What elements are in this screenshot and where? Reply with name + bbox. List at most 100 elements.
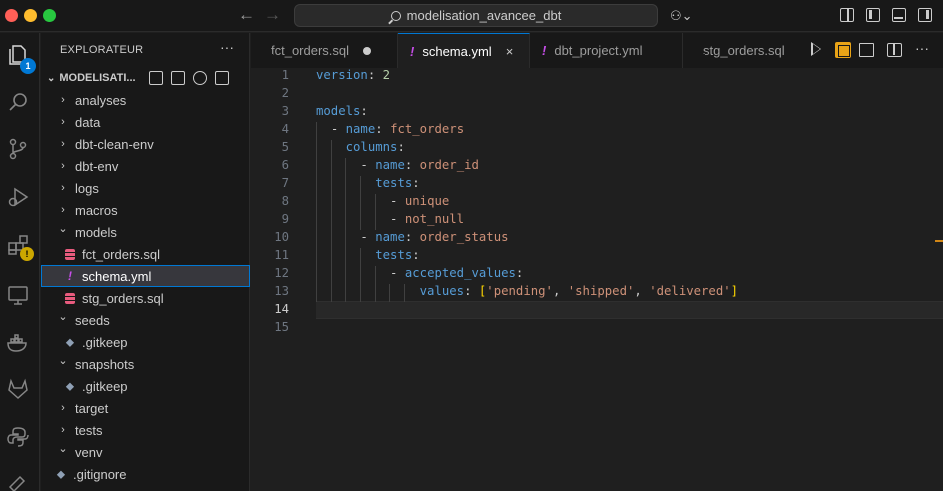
- explorer-icon[interactable]: 1: [6, 43, 36, 74]
- tab-label: dbt_project.yml: [554, 43, 643, 58]
- code-editor[interactable]: 1 2 3 4 5 6 7 8 9 10 11 12 13 14 15 version: 2 models:…: [251, 68, 943, 491]
- chevron-right-icon: ›: [61, 424, 65, 436]
- yml-file-icon: !: [68, 269, 72, 283]
- folder-tests[interactable]: › tests: [41, 419, 250, 441]
- file-fct_orders.sql[interactable]: fct_orders.sql: [41, 243, 250, 265]
- chevron-right-icon: ›: [61, 160, 65, 172]
- folder-models[interactable]: ⌄ models: [41, 221, 250, 243]
- data-grid-icon[interactable]: [835, 42, 851, 58]
- editor-actions: ···: [803, 33, 943, 68]
- close-icon[interactable]: ×: [506, 44, 514, 59]
- line-number: 2: [281, 86, 289, 100]
- search-icon: [390, 10, 401, 21]
- tree-item-label: tests: [75, 422, 103, 438]
- tab-fct-orders[interactable]: fct_orders.sql: [251, 33, 398, 68]
- line-number: 3: [281, 104, 289, 118]
- yml-file-icon: !: [410, 43, 415, 59]
- tab-schema-yml[interactable]: ! schema.yml ×: [398, 33, 530, 68]
- line-number: 11: [274, 248, 289, 262]
- line-number: 4: [281, 122, 289, 136]
- run-debug-icon[interactable]: [6, 185, 34, 213]
- docker-icon[interactable]: [6, 331, 34, 359]
- remote-explorer-icon[interactable]: [6, 283, 34, 311]
- search-activity-icon[interactable]: [6, 91, 34, 119]
- activity-bar: 1 !: [0, 33, 40, 491]
- new-folder-icon[interactable]: [171, 71, 185, 85]
- command-center-search[interactable]: modelisation_avancee_dbt: [294, 4, 658, 27]
- folder-venv[interactable]: ⌄ venv: [41, 441, 250, 463]
- explorer-more-icon[interactable]: ···: [220, 39, 234, 55]
- file-gitkeep[interactable]: ⬥ .gitkeep: [41, 375, 250, 397]
- title-bar: ← → modelisation_avancee_dbt ⚇⌄: [0, 0, 943, 32]
- maximize-window-button[interactable]: [43, 9, 56, 22]
- extensions-icon[interactable]: !: [6, 233, 34, 261]
- toggle-primary-sidebar-icon[interactable]: [866, 8, 880, 22]
- run-icon[interactable]: [811, 42, 821, 56]
- search-text: modelisation_avancee_dbt: [406, 8, 562, 23]
- tree-item-label: data: [75, 114, 101, 130]
- code-line-7: tests:: [375, 176, 420, 190]
- source-control-icon[interactable]: [6, 137, 34, 165]
- tree-item-label: fct_orders.sql: [82, 246, 161, 262]
- tab-dbt-project[interactable]: ! dbt_project.yml: [530, 33, 683, 68]
- file-gitignore[interactable]: ⬥ .gitignore: [41, 463, 250, 485]
- current-line-highlight: [316, 301, 943, 319]
- file-gitkeep[interactable]: ⬥ .gitkeep: [41, 331, 250, 353]
- file-schema.yml[interactable]: ! schema.yml: [41, 265, 250, 287]
- line-number: 12: [274, 266, 289, 280]
- folder-dbt-env[interactable]: › dbt-env: [41, 155, 250, 177]
- line-number: 1: [281, 68, 289, 82]
- modified-dot-icon[interactable]: [363, 46, 372, 55]
- file-tree: › analyses › data › dbt-clean-env › dbt-env › log…: [41, 89, 250, 485]
- folder-data[interactable]: › data: [41, 111, 250, 133]
- file-stg_orders.sql[interactable]: stg_orders.sql: [41, 287, 250, 309]
- new-file-icon[interactable]: [149, 71, 163, 85]
- workspace-root-label: MODELISATI...: [59, 72, 136, 84]
- customize-layout-icon[interactable]: [840, 8, 854, 22]
- open-preview-icon[interactable]: [859, 43, 874, 57]
- workspace-root[interactable]: ⌄ MODELISATI...: [41, 67, 250, 89]
- folder-target[interactable]: › target: [41, 397, 250, 419]
- minimize-window-button[interactable]: [24, 9, 37, 22]
- line-number: 5: [281, 140, 289, 154]
- code-line-4: - name: fct_orders: [330, 122, 465, 136]
- tree-item-label: stg_orders.sql: [82, 290, 164, 306]
- python-icon[interactable]: [6, 425, 34, 453]
- chevron-right-icon: ›: [61, 138, 65, 150]
- tool-icon[interactable]: [6, 467, 34, 491]
- folder-seeds[interactable]: ⌄ seeds: [41, 309, 250, 331]
- chevron-right-icon: ›: [61, 116, 65, 128]
- chevron-right-icon: ›: [61, 204, 65, 216]
- refresh-icon[interactable]: [193, 71, 207, 85]
- toggle-panel-icon[interactable]: [892, 8, 906, 22]
- line-number: 7: [281, 176, 289, 190]
- collapse-all-icon[interactable]: [215, 71, 229, 85]
- sql-file-icon: [64, 248, 76, 260]
- copilot-icon[interactable]: ⚇⌄: [670, 8, 693, 24]
- code-line-8: - unique: [390, 194, 450, 208]
- close-window-button[interactable]: [5, 9, 18, 22]
- tab-stg-orders[interactable]: stg_orders.sql: [683, 33, 806, 68]
- more-actions-icon[interactable]: ···: [915, 40, 929, 56]
- tree-item-label: dbt-clean-env: [75, 136, 154, 152]
- toggle-secondary-sidebar-icon[interactable]: [918, 8, 932, 22]
- scrollbar-marker: [935, 240, 943, 242]
- folder-analyses[interactable]: › analyses: [41, 89, 250, 111]
- forward-arrow-icon[interactable]: →: [264, 5, 281, 25]
- code-line-5: columns:: [345, 140, 405, 154]
- line-number: 6: [281, 158, 289, 172]
- gitkeep-file-icon: ⬥: [65, 378, 75, 393]
- tree-item-label: seeds: [75, 312, 110, 328]
- split-editor-icon[interactable]: [887, 43, 902, 57]
- folder-logs[interactable]: › logs: [41, 177, 250, 199]
- chevron-right-icon: ›: [61, 402, 65, 414]
- code-line-9: - not_null: [390, 212, 465, 226]
- folder-snapshots[interactable]: ⌄ snapshots: [41, 353, 250, 375]
- gitlab-icon[interactable]: [6, 377, 34, 405]
- folder-macros[interactable]: › macros: [41, 199, 250, 221]
- folder-dbt-clean-env[interactable]: › dbt-clean-env: [41, 133, 250, 155]
- tree-item-label: .gitkeep: [82, 378, 128, 394]
- tree-item-label: .gitkeep: [82, 334, 128, 350]
- line-number: 10: [274, 230, 289, 244]
- back-arrow-icon[interactable]: ←: [238, 5, 255, 25]
